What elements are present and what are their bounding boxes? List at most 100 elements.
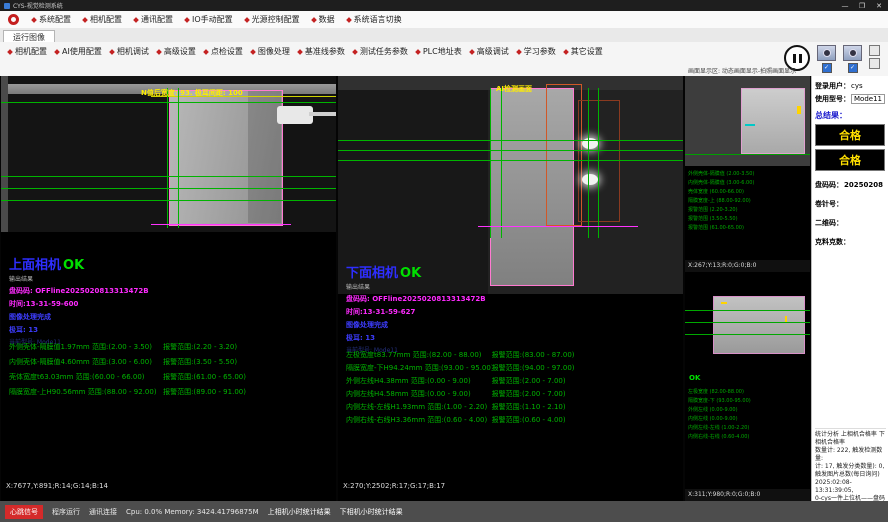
maximize-button[interactable]: ❐ [857, 2, 867, 10]
camera-image-upper[interactable]: N值后宽度: 93. 极耳间距: 100 [1, 76, 336, 232]
result-ok-badge: OK [400, 266, 421, 281]
layout-buttons [869, 45, 880, 69]
toolbar-bullet-icon [156, 49, 162, 55]
toolbar-item[interactable]: 基准线参数 [294, 45, 349, 58]
qr-label: 二维码： [815, 218, 843, 228]
thumb-measure-line: 隔膜宽度-下 (93.00-95.00) [688, 397, 808, 406]
measurement-row: 内侧左线H4.58mm 范围:(0.00 - 9.00)报警范围:(2.00 -… [346, 387, 677, 400]
yellow-marker [721, 302, 727, 304]
toolbar-item[interactable]: 测试任务参数 [349, 45, 412, 58]
thumb-measure-line: 壳体宽度 (60.00-66.00) [688, 188, 808, 197]
barcode-row: 盘码码： 20250208 [815, 180, 885, 190]
menu-bullet-icon [184, 17, 190, 23]
thumb-measure-line: 外侧壳体-隔膜值 (2.00-3.50) [688, 170, 808, 179]
camera-2-checkbox[interactable]: ✓ [848, 63, 858, 73]
cursor-coordinates-thumb1: X:267;Y:13;R:0;G:0;B:0 [685, 260, 810, 272]
layout-grid-icon[interactable] [869, 58, 880, 69]
camera-toggle-2: ✓ [843, 45, 862, 73]
green-guide-line [685, 154, 810, 155]
measurement-row: 隔膜宽度-下H94.24mm 范围:(93.00 - 95.00)报警范围:(9… [346, 361, 677, 374]
heartbeat-badge: 心跳信号 [5, 505, 43, 519]
thumb-part-image [713, 296, 805, 354]
yellow-marker [797, 106, 801, 114]
menu-item[interactable]: 系统语言切换 [341, 14, 408, 25]
toolbar-item[interactable]: 学习参数 [513, 45, 560, 58]
minimize-button[interactable]: — [840, 2, 850, 10]
camera-1-button[interactable] [817, 45, 836, 61]
toolbar-item[interactable]: 图像处理 [247, 45, 294, 58]
close-button[interactable]: ✕ [874, 2, 884, 10]
toolbar-bullet-icon [7, 49, 13, 55]
cyan-marker [745, 124, 755, 126]
process-status-text: 图像处理完成 [346, 320, 486, 330]
machine-edge [1, 76, 8, 232]
green-guide-line [338, 150, 683, 151]
menu-bullet-icon [82, 17, 88, 23]
camera-1-checkbox[interactable]: ✓ [822, 63, 832, 73]
model-label: 使用型号： [815, 94, 850, 104]
thumb-measure-line: 报警范围 (2.20-3.20) [688, 206, 808, 215]
thumb-measure-line: 报警范围 (3.50-5.50) [688, 215, 808, 224]
measurement-row: 内侧壳体-隔膜值4.60mm 范围:(3.00 - 6.00)报警范围:(3.5… [9, 354, 330, 369]
toolbar-item[interactable]: AI使用配置 [51, 45, 106, 58]
toolbar-item[interactable]: PLC地址表 [412, 45, 466, 58]
toolbar-bullet-icon [352, 49, 358, 55]
lower-camera-stats-link[interactable]: 下相机小时统计结果 [340, 507, 403, 517]
menu-bar: 系统配置 相机配置 通讯配置 IO手动配置 光源控制配置 数据 系统语言切换 [0, 11, 888, 29]
result-box-upper: 合格 [815, 124, 885, 146]
toolbar-items: 相机配置 AI使用配置 相机调试 高级设置 点检设置 图像处理 基准线参数 [4, 45, 664, 58]
green-guide-line [1, 176, 336, 177]
green-guide-line-vertical [588, 88, 589, 238]
pause-icon [793, 54, 796, 63]
app-icon [4, 3, 10, 9]
result-title-row: 下面相机OK [346, 262, 486, 281]
login-value: cys [851, 82, 863, 90]
toolbar-item[interactable]: 其它设置 [560, 45, 607, 58]
timestamp-text: 时间:13-31-59-600 [9, 299, 149, 309]
measurement-row: 左极宽度t83.77mm 范围:(82.00 - 88.00)报警范围:(83.… [346, 348, 677, 361]
menu-item[interactable]: IO手动配置 [179, 14, 239, 25]
menu-bullet-icon [133, 17, 139, 23]
titlebar: CYS-视觉检测系统 — ❐ ✕ [0, 0, 888, 11]
menu-item[interactable]: 数据 [306, 14, 341, 25]
toolbar-item[interactable]: 高级设置 [153, 45, 200, 58]
menu-item[interactable]: 光源控制配置 [239, 14, 306, 25]
measurement-list-lower: 左极宽度t83.77mm 范围:(82.00 - 88.00)报警范围:(83.… [346, 348, 677, 426]
layout-grid-icon[interactable] [869, 45, 880, 56]
toolbar-item[interactable]: 点检设置 [200, 45, 247, 58]
cursor-coordinates-thumb2: X:311;Y:980;R:0;G:0;B:0 [685, 489, 810, 501]
toolbar-item[interactable]: 高级调试 [466, 45, 513, 58]
toolbar-bullet-icon [563, 49, 569, 55]
thumb-measure-line: 内侧左线 (0.00-9.00) [688, 415, 808, 424]
thumbnail-lower[interactable]: OK 左极宽度 (82.00-88.00)隔膜宽度-下 (93.00-95.00… [685, 272, 810, 501]
camera-2-button[interactable] [843, 45, 862, 61]
menu-item[interactable]: 系统配置 [26, 14, 77, 25]
model-select[interactable]: Mode11 [851, 94, 885, 104]
main-area: N值后宽度: 93. 极耳间距: 100 上面相机OK 输出结果 盘码码: OF… [0, 76, 888, 501]
thumb-measure-line: 左极宽度 (82.00-88.00) [688, 388, 808, 397]
measurement-row: 外侧壳体-隔膜值1.97mm 范围:(2.00 - 3.50)报警范围:(2.2… [9, 339, 330, 354]
comm-status: 通讯连接 [89, 507, 117, 517]
barcode-value: 20250208 [844, 181, 883, 189]
upper-camera-stats-link[interactable]: 上相机小时统计结果 [268, 507, 331, 517]
measurement-list-upper: 外侧壳体-隔膜值1.97mm 范围:(2.00 - 3.50)报警范围:(2.2… [9, 339, 330, 399]
measurement-row: 内侧左线-左线H1.93mm 范围:(1.00 - 2.20)报警范围:(1.1… [346, 400, 677, 413]
green-guide-line [338, 140, 683, 141]
thumbnail-upper[interactable]: 外侧壳体-隔膜值 (2.00-3.50)内侧壳体-隔膜值 (3.00-6.00)… [685, 76, 810, 272]
green-guide-line [338, 160, 683, 161]
statistics-line: 数量计: 222, 触发检测数量: [815, 447, 886, 463]
thumb-measure-line: 内侧壳体-隔膜值 (3.00-6.00) [688, 179, 808, 188]
green-guide-line [1, 102, 336, 103]
barcode-text: 盘码码: OFFline2025020813313472B [346, 294, 486, 304]
program-run-status: 程序运行 [52, 507, 80, 517]
logo-icon [8, 14, 19, 25]
needle-label: 卷针号： [815, 199, 843, 209]
tab-count-text: 极耳: 13 [346, 333, 486, 343]
toolbar-item[interactable]: 相机配置 [4, 45, 51, 58]
menu-item[interactable]: 通讯配置 [128, 14, 179, 25]
green-guide-line [1, 200, 336, 201]
toolbar-item[interactable]: 相机调试 [106, 45, 153, 58]
menu-item[interactable]: 相机配置 [77, 14, 128, 25]
barcode-text: 盘码码: OFFline2025020813313472B [9, 286, 149, 296]
barcode-label: 盘码码： [815, 180, 843, 190]
